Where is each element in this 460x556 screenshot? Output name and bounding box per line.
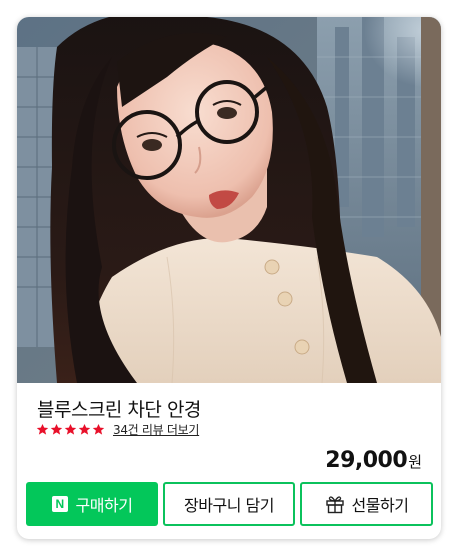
gift-button-label: 선물하기 (351, 496, 409, 515)
product-title: 블루스크린 차단 안경 (37, 399, 201, 421)
buy-button-label: 구매하기 (75, 496, 133, 515)
product-card: 블루스크린 차단 안경 34건 리뷰 더보기 29,000 원 N 구매하기 장… (17, 17, 441, 539)
star-icon (64, 423, 77, 435)
star-icon (50, 423, 63, 435)
rating-row: 34건 리뷰 더보기 (36, 421, 199, 437)
star-icon (92, 423, 105, 435)
gift-icon (325, 496, 344, 514)
review-link[interactable]: 34건 리뷰 더보기 (113, 421, 199, 438)
star-icon (36, 423, 49, 435)
star-icon (78, 423, 91, 435)
product-image[interactable] (17, 17, 441, 383)
naver-pay-logo-icon: N (51, 496, 68, 512)
gift-button[interactable]: 선물하기 (300, 482, 433, 526)
cart-button-label: 장바구니 담기 (184, 496, 274, 515)
price: 29,000 원 (325, 448, 422, 473)
add-to-cart-button[interactable]: 장바구니 담기 (163, 482, 295, 526)
price-amount: 29,000 (325, 448, 408, 473)
buy-button[interactable]: N 구매하기 (26, 482, 158, 526)
price-unit: 원 (408, 453, 422, 471)
rating-stars (36, 423, 105, 436)
